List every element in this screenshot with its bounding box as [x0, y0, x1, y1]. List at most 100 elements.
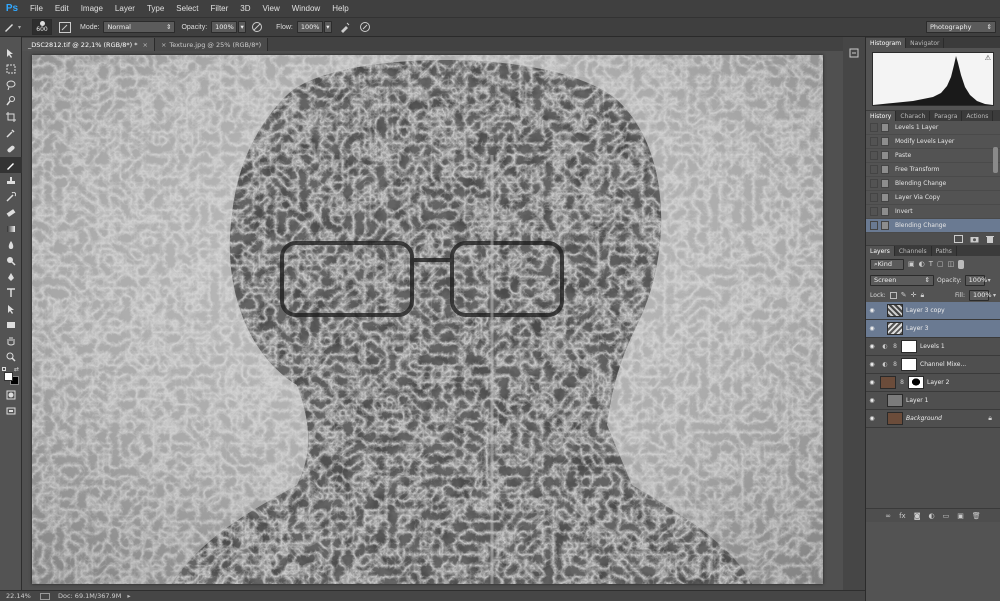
layer-row[interactable]: ◉ Layer 3	[866, 320, 1000, 338]
airbrush-icon[interactable]	[338, 20, 352, 34]
layer-row[interactable]: ◉ Background 🔒︎	[866, 410, 1000, 428]
pen-tool-icon[interactable]	[0, 269, 22, 285]
menu-select[interactable]: Select	[170, 4, 204, 13]
swap-colors-icon[interactable]: ⇄	[14, 366, 19, 373]
panel-collapse-icon[interactable]	[843, 45, 865, 61]
healing-brush-tool-icon[interactable]	[0, 141, 22, 157]
lock-position-icon[interactable]: ✛	[911, 291, 917, 299]
opacity-input[interactable]: 100%	[211, 21, 238, 33]
close-tab-icon[interactable]: ×	[161, 41, 166, 49]
quick-selection-tool-icon[interactable]	[0, 93, 22, 109]
brush-tool-preset-icon[interactable]	[2, 20, 16, 34]
document-tab-texture[interactable]: × Texture.jpg @ 25% (RGB/8*)	[154, 38, 269, 51]
hand-tool-icon[interactable]	[0, 333, 22, 349]
layer-row[interactable]: ◉ 8 Layer 2	[866, 374, 1000, 392]
filter-toggle[interactable]	[958, 259, 965, 269]
close-tab-icon[interactable]: ×	[143, 41, 148, 49]
new-group-icon[interactable]: ▭	[943, 512, 950, 520]
filter-pixel-icon[interactable]: ▣	[908, 260, 915, 268]
path-selection-tool-icon[interactable]	[0, 301, 22, 317]
status-menu-arrow-icon[interactable]: ▸	[127, 592, 130, 600]
filter-smart-object-icon[interactable]: ◫	[948, 260, 955, 268]
flow-input[interactable]: 100%	[296, 21, 323, 33]
lasso-tool-icon[interactable]	[0, 77, 22, 93]
tab-paths[interactable]: Paths	[932, 246, 957, 256]
lock-image-icon[interactable]: ✎	[901, 291, 907, 299]
layer-row[interactable]: ◉ Layer 1	[866, 392, 1000, 410]
history-state[interactable]: Blending Change	[866, 177, 1000, 191]
delete-layer-icon[interactable]: 🗑︎	[972, 512, 981, 520]
warning-icon[interactable]: ⚠	[985, 54, 991, 62]
tab-navigator[interactable]: Navigator	[906, 38, 945, 48]
menu-image[interactable]: Image	[75, 4, 109, 13]
layer-opacity-arrow-icon[interactable]: ▾	[988, 277, 991, 284]
crop-tool-icon[interactable]	[0, 109, 22, 125]
blur-tool-icon[interactable]	[0, 237, 22, 253]
document-canvas[interactable]	[32, 55, 823, 584]
eye-icon[interactable]: ◉	[866, 325, 878, 332]
history-brush-tool-icon[interactable]	[0, 189, 22, 205]
menu-3d[interactable]: 3D	[234, 4, 256, 13]
pressure-size-icon[interactable]	[358, 20, 372, 34]
tab-histogram[interactable]: Histogram	[866, 38, 907, 48]
type-tool-icon[interactable]	[0, 285, 22, 301]
flow-dropdown-arrow-icon[interactable]: ▾	[323, 21, 332, 33]
history-state[interactable]: Free Transform	[866, 163, 1000, 177]
filter-shape-icon[interactable]: ▢	[937, 260, 944, 268]
tab-character[interactable]: Charach	[896, 111, 931, 121]
eyedropper-tool-icon[interactable]	[0, 125, 22, 141]
layer-opacity-input[interactable]: 100%	[964, 274, 987, 286]
rectangle-tool-icon[interactable]	[0, 317, 22, 333]
clone-stamp-tool-icon[interactable]	[0, 173, 22, 189]
layer-row[interactable]: ◉ ◐ 8 Levels 1	[866, 338, 1000, 356]
menu-view[interactable]: View	[257, 4, 286, 13]
marquee-tool-icon[interactable]	[0, 61, 22, 77]
history-state[interactable]: Modify Levels Layer	[866, 135, 1000, 149]
eye-icon[interactable]: ◉	[866, 343, 878, 350]
eye-icon[interactable]: ◉	[866, 415, 878, 422]
canvas-area[interactable]	[22, 51, 865, 590]
lock-all-icon[interactable]: 🔒︎	[920, 291, 924, 300]
eye-icon[interactable]: ◉	[866, 379, 878, 386]
workspace-select[interactable]: Photography ⇕	[926, 21, 996, 33]
status-info-icon[interactable]	[40, 592, 50, 600]
tab-channels[interactable]: Channels	[895, 246, 932, 256]
brush-size-picker[interactable]: 600	[32, 19, 52, 35]
new-adjustment-layer-icon[interactable]: ◐	[929, 512, 935, 520]
filter-adjustment-icon[interactable]: ◐	[919, 260, 925, 268]
tab-layers[interactable]: Layers	[866, 246, 895, 256]
layer-style-icon[interactable]: fx	[899, 512, 906, 520]
brush-panel-toggle-icon[interactable]	[58, 20, 72, 34]
dock-grip[interactable]	[843, 37, 865, 45]
toolbar-grip[interactable]	[0, 37, 21, 45]
foreground-color-swatch[interactable]	[4, 372, 13, 381]
menu-layer[interactable]: Layer	[109, 4, 141, 13]
eye-icon[interactable]: ◉	[866, 397, 878, 404]
new-layer-icon[interactable]: ▣	[957, 512, 964, 520]
eye-icon[interactable]: ◉	[866, 361, 878, 368]
zoom-level[interactable]: 22.14%	[6, 592, 32, 600]
add-mask-icon[interactable]: ◙	[914, 512, 921, 520]
link-layers-icon[interactable]: ∞	[885, 512, 891, 520]
lock-transparent-icon[interactable]	[889, 291, 897, 299]
delete-state-icon[interactable]	[986, 235, 994, 243]
layer-filter-select[interactable]: ⌕ Kind	[870, 258, 904, 270]
history-state[interactable]: Invert	[866, 205, 1000, 219]
tab-actions[interactable]: Actions	[962, 111, 994, 121]
menu-filter[interactable]: Filter	[205, 4, 235, 13]
eye-icon[interactable]: ◉	[866, 307, 878, 314]
tab-history[interactable]: History	[866, 111, 897, 121]
opacity-dropdown-arrow-icon[interactable]: ▾	[238, 21, 247, 33]
screen-mode-icon[interactable]	[0, 403, 22, 419]
pressure-opacity-icon[interactable]	[250, 20, 264, 34]
filter-type-icon[interactable]: T	[929, 260, 933, 268]
document-tab-active[interactable]: _DSC2812.tif @ 22,1% (RGB/8*) * ×	[22, 38, 155, 51]
menu-edit[interactable]: Edit	[49, 4, 75, 13]
menu-file[interactable]: File	[24, 4, 49, 13]
zoom-tool-icon[interactable]	[0, 349, 22, 365]
history-state[interactable]: Levels 1 Layer	[866, 121, 1000, 135]
history-state-selected[interactable]: Blending Change	[866, 219, 1000, 233]
gradient-tool-icon[interactable]	[0, 221, 22, 237]
eraser-tool-icon[interactable]	[0, 205, 22, 221]
new-snapshot-icon[interactable]	[970, 235, 979, 243]
